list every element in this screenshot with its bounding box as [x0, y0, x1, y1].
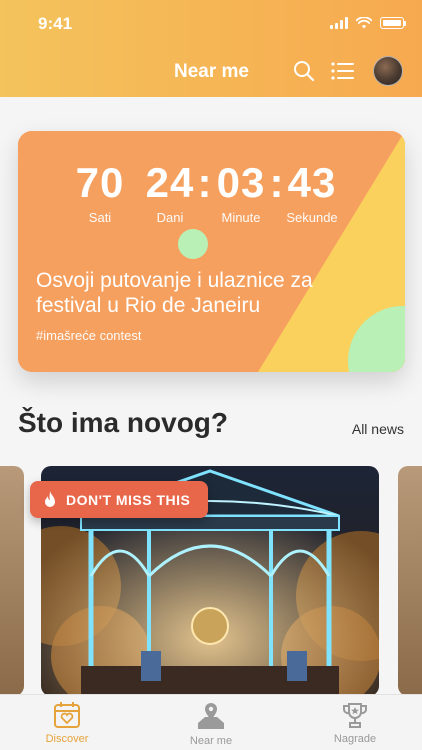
- status-time: 9:41: [38, 14, 73, 33]
- flame-icon: [45, 490, 55, 507]
- promo-hashtag: #imašreće contest: [36, 328, 142, 343]
- counter-separator: :: [197, 159, 213, 206]
- counter-seconds: 43 Sekunde: [286, 159, 338, 226]
- tab-near-me[interactable]: Near me: [166, 701, 256, 747]
- signal-icon: [330, 17, 348, 29]
- promo-card[interactable]: 70 Sati 24 Dani : 03 Minute : 43 Sekunde…: [18, 131, 405, 372]
- search-icon[interactable]: [293, 60, 315, 82]
- badge-label: DON'T MISS THIS: [66, 491, 191, 508]
- all-news-link[interactable]: All news: [352, 421, 404, 437]
- tab-nagrade[interactable]: Nagrade: [310, 701, 400, 745]
- section-title: Što ima novog?: [18, 407, 228, 438]
- news-card-next[interactable]: [398, 466, 422, 696]
- decorative-dot: [178, 229, 208, 259]
- trophy-icon: [343, 703, 367, 728]
- counter-days: 24 Dani: [145, 159, 195, 226]
- user-avatar[interactable]: [373, 56, 403, 86]
- calendar-heart-icon: [54, 702, 80, 728]
- map-pin-icon: [198, 703, 224, 729]
- dont-miss-badge: DON'T MISS THIS: [30, 481, 209, 518]
- promo-title: Osvoji putovanje i ulaznice za festival …: [36, 269, 313, 317]
- list-icon[interactable]: [331, 61, 355, 81]
- countdown-timer: 70 Sati 24 Dani : 03 Minute : 43 Sekunde: [74, 159, 340, 226]
- tab-discover[interactable]: Discover: [22, 701, 112, 745]
- news-card-previous[interactable]: [0, 466, 24, 696]
- page-title: Near me: [174, 61, 249, 82]
- app-header: 9:41 Near me: [0, 0, 422, 97]
- wifi-icon: [356, 17, 372, 29]
- counter-hours: 70 Sati: [75, 159, 125, 226]
- tab-bar: Discover Near me Nagrade: [0, 694, 422, 750]
- counter-minutes: 03 Minute: [216, 159, 266, 226]
- status-icons: [330, 17, 406, 29]
- counter-separator: :: [269, 159, 285, 206]
- battery-icon: [380, 17, 406, 29]
